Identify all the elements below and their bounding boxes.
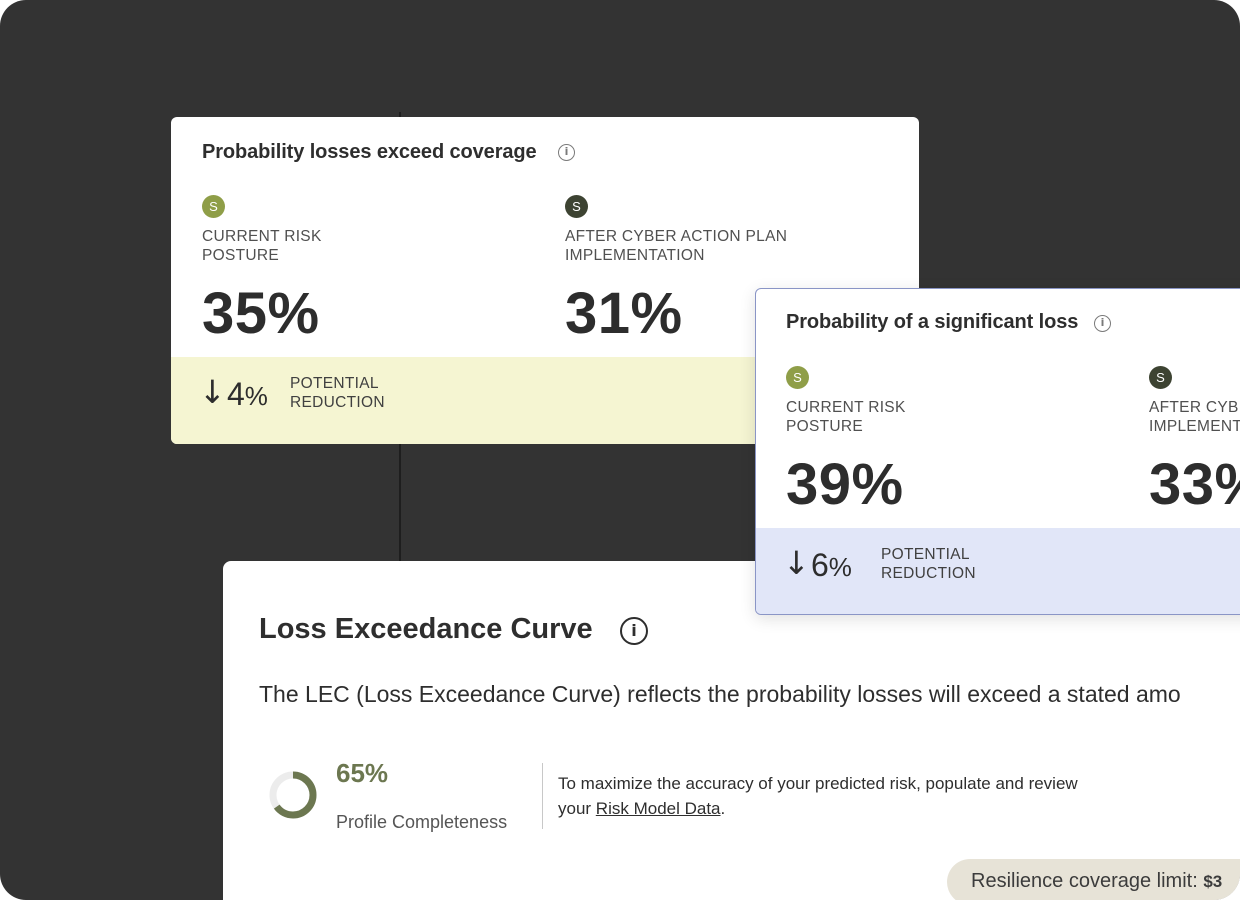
coverage-limit-amount: $3 [1203,872,1223,891]
label-line: POTENTIAL [881,546,970,563]
current-posture-label: CURRENT RISK POSTURE [202,227,442,265]
label-line: CURRENT RISK [202,228,322,245]
label-line: CURRENT RISK [786,399,906,416]
lec-description: The LEC (Loss Exceedance Curve) reflects… [259,681,1181,707]
profile-completeness-ring [269,771,317,819]
label-line: AFTER CYB [1149,399,1239,416]
current-posture-badge: S [202,195,225,218]
current-posture-label: CURRENT RISK POSTURE [786,398,1026,436]
current-posture-value: 35% [202,281,320,346]
reduction-label: POTENTIAL REDUCTION [881,545,976,583]
reduction-label: POTENTIAL REDUCTION [290,374,385,412]
significant-loss-card: Probability of a significant loss i S CU… [755,288,1240,615]
label-line: POTENTIAL [290,375,379,392]
label-line: REDUCTION [881,565,976,582]
reduction-number: 6 [811,547,829,583]
risk-model-hint: To maximize the accuracy of your predict… [558,771,1098,821]
label-line: POSTURE [202,247,280,264]
reduction-unit: % [244,381,268,411]
info-icon[interactable]: i [620,617,648,645]
reduction-value: 4% [227,376,268,413]
coverage-limit-label: Resilience coverage limit: [971,870,1204,892]
after-plan-badge: S [565,195,588,218]
lec-title: Loss Exceedance Curve [259,613,593,645]
reduction-band: ↓ 6% POTENTIAL REDUCTION [756,528,1240,614]
current-posture-badge: S [786,366,809,389]
reduction-number: 4 [227,376,245,412]
card-title: Probability losses exceed coverage [202,141,537,163]
profile-completeness-value: 65% [336,758,389,788]
label-line: IMPLEMENTATION [565,247,705,264]
after-plan-label: AFTER CYBER ACTION PLAN IMPLEMENTATION [565,227,865,265]
after-plan-label: AFTER CYB IMPLEMENT [1149,398,1240,436]
after-plan-value: 33% [1149,452,1240,517]
after-plan-value: 31% [565,281,683,346]
divider [542,763,543,829]
card-title: Probability of a significant loss [786,311,1079,333]
reduction-value: 6% [811,547,852,584]
reduction-unit: % [828,552,852,582]
label-line: IMPLEMENT [1149,418,1240,435]
down-arrow-icon: ↓ [199,373,226,411]
label-line: AFTER CYBER ACTION PLAN [565,228,788,245]
coverage-limit-text: Resilience coverage limit: $3 [971,870,1222,893]
after-plan-badge: S [1149,366,1172,389]
label-line: POSTURE [786,418,864,435]
background-canvas: Probability losses exceed coverage i S C… [0,0,1240,900]
down-arrow-icon: ↓ [783,544,810,582]
label-line: REDUCTION [290,394,385,411]
coverage-limit-pill: Resilience coverage limit: $3 [947,859,1240,900]
profile-completeness-label: Profile Completeness [336,812,508,832]
info-icon[interactable]: i [558,144,575,161]
current-posture-value: 39% [786,452,904,517]
hint-text: . [720,799,726,818]
risk-model-data-link[interactable]: Risk Model Data [596,799,721,818]
info-icon[interactable]: i [1094,315,1111,332]
